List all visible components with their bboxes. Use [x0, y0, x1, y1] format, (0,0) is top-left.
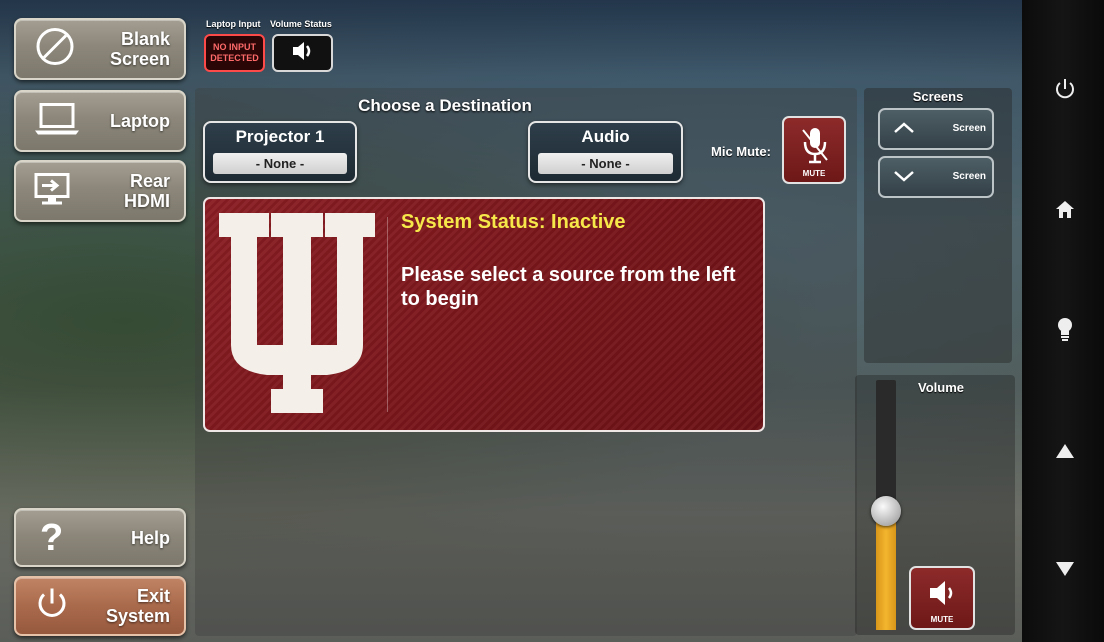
- screen-up-button[interactable]: Screen: [878, 108, 994, 150]
- iu-trident-logo: [219, 213, 375, 418]
- audio-destination-button[interactable]: Audio - None -: [528, 121, 683, 183]
- volume-status-caption: Volume Status: [270, 19, 332, 29]
- exit-system-button[interactable]: Exit System: [14, 576, 186, 636]
- system-status-box: System Status: Inactive Please select a …: [203, 197, 765, 432]
- volume-mute-label: MUTE: [930, 615, 954, 624]
- home-icon: [1054, 198, 1076, 226]
- volume-slider-thumb[interactable]: [871, 496, 901, 526]
- exit-label-line2: System: [105, 606, 170, 626]
- muted-microphone-icon: [801, 126, 829, 171]
- help-button[interactable]: ? Help: [14, 508, 186, 567]
- audio-source-value: - None -: [538, 153, 673, 174]
- triangle-down-icon: [1055, 557, 1075, 583]
- mic-mute-button-label: MUTE: [802, 169, 826, 178]
- destination-title: Choose a Destination: [358, 96, 532, 115]
- screens-title: Screens: [912, 89, 964, 104]
- logo-divider: [387, 217, 388, 412]
- projector-name: Projector 1: [235, 127, 325, 146]
- laptop-source-button[interactable]: Laptop: [14, 90, 186, 152]
- laptop-label: Laptop: [110, 111, 170, 131]
- hdmi-input-icon: [32, 171, 72, 212]
- laptop-icon: [32, 99, 82, 144]
- exit-label-line1: Exit: [136, 586, 170, 606]
- projector-destination-button[interactable]: Projector 1 - None -: [203, 121, 357, 183]
- no-input-line2: DETECTED: [210, 53, 259, 63]
- screen-down-button[interactable]: Screen: [878, 156, 994, 198]
- question-mark-icon: ?: [40, 516, 64, 559]
- projector-source-value: - None -: [213, 153, 347, 174]
- volume-up-hardware-button[interactable]: [1040, 432, 1090, 472]
- audio-name: Audio: [581, 127, 630, 146]
- volume-down-hardware-button[interactable]: [1040, 550, 1090, 590]
- blank-screen-label-line2: Screen: [109, 49, 170, 69]
- blank-screen-label-line1: Blank: [120, 29, 170, 49]
- help-label: Help: [130, 527, 170, 548]
- rear-hdmi-label-line2: HDMI: [124, 191, 170, 211]
- screen-down-label: Screen: [952, 171, 986, 182]
- light-hardware-button[interactable]: [1040, 312, 1090, 352]
- lightbulb-icon: [1056, 316, 1074, 348]
- rear-hdmi-source-button[interactable]: Rear HDMI: [14, 160, 186, 222]
- power-hardware-button[interactable]: [1040, 72, 1090, 112]
- touch-panel-screen: Blank Screen Laptop Rear HDMI ? Help Exi…: [0, 0, 1022, 642]
- speaker-mute-icon: [927, 578, 959, 613]
- blank-screen-button[interactable]: Blank Screen: [14, 18, 186, 80]
- blank-circle-slash-icon: [32, 24, 78, 75]
- volume-status-indicator: [272, 34, 333, 72]
- chevron-down-icon: [892, 166, 916, 191]
- chevron-up-icon: [892, 118, 916, 143]
- home-hardware-button[interactable]: [1040, 192, 1090, 232]
- volume-slider-fill: [876, 511, 896, 630]
- no-input-detected-indicator: NO INPUT DETECTED: [204, 34, 265, 72]
- system-status-title: System Status: Inactive: [401, 211, 626, 233]
- triangle-up-icon: [1055, 439, 1075, 465]
- system-status-message: Please select a source from the left to …: [401, 264, 736, 310]
- mic-mute-button[interactable]: MUTE: [782, 116, 846, 184]
- no-input-line1: NO INPUT: [212, 42, 256, 52]
- laptop-input-caption: Laptop Input: [206, 19, 261, 29]
- rear-hdmi-label-line1: Rear: [129, 171, 170, 191]
- volume-title: Volume: [918, 380, 964, 395]
- volume-mute-button[interactable]: MUTE: [909, 566, 975, 630]
- screen-up-label: Screen: [952, 123, 986, 134]
- power-icon: [1053, 77, 1077, 107]
- mic-mute-label: Mic Mute:: [711, 144, 771, 159]
- speaker-icon: [290, 39, 316, 68]
- power-icon: [32, 584, 72, 629]
